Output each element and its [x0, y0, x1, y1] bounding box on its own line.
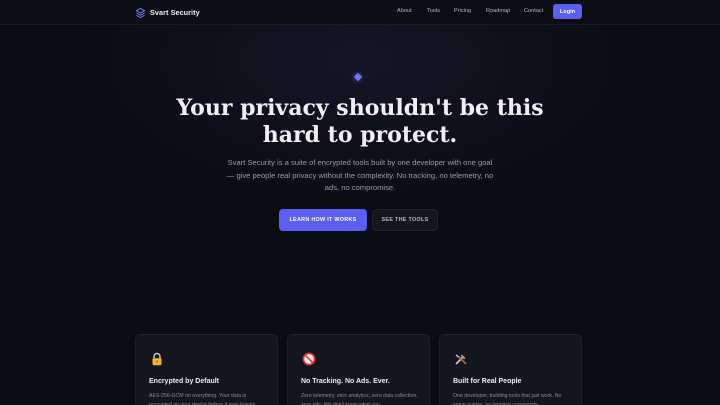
feature-card-encrypted: Encrypted by Default AES-256-GCM on ever… [135, 334, 278, 405]
top-nav: Svart Security About Tools Pricing Roadm… [0, 0, 720, 25]
feature-text: One developer, building tools that just … [453, 393, 562, 405]
nav-link-roadmap[interactable]: Roadmap [486, 8, 510, 14]
page: Svart Security About Tools Pricing Roadm… [0, 0, 720, 405]
feature-title: No Tracking. No Ads. Ever. [301, 378, 390, 385]
see-the-tools-button[interactable]: SEE THE TOOLS [372, 209, 438, 231]
hero-subtitle: Svart Security is a suite of encrypted t… [226, 158, 494, 192]
nav-link-contact[interactable]: Contact [524, 8, 543, 14]
layers-icon [136, 7, 145, 18]
feature-title: Built for Real People [453, 378, 522, 385]
no-entry-icon [302, 352, 316, 366]
nav-link-tools[interactable]: Tools [427, 8, 440, 14]
feature-text: AES-256-GCM on everything. Your data is … [149, 393, 257, 405]
lock-icon [152, 352, 162, 366]
brand-name: Svart Security [150, 8, 200, 17]
tools-icon [455, 354, 467, 365]
hero-title: Your privacy shouldn't be this hard to p… [176, 95, 544, 148]
feature-card-real-people: Built for Real People One developer, bui… [439, 334, 582, 405]
nav-link-about[interactable]: About [397, 8, 412, 14]
feature-card-no-tracking: No Tracking. No Ads. Ever. Zero telemetr… [287, 334, 430, 405]
feature-text: Zero telemetry, zero analytics, zero dat… [301, 393, 418, 405]
feature-title: Encrypted by Default [149, 378, 220, 385]
learn-how-it-works-button[interactable]: LEARN HOW IT WORKS [279, 209, 367, 231]
diamond-icon [353, 72, 363, 82]
brand-logo[interactable]: Svart Security [136, 6, 200, 19]
nav-link-pricing[interactable]: Pricing [454, 8, 471, 14]
login-button[interactable]: Login [553, 4, 582, 19]
